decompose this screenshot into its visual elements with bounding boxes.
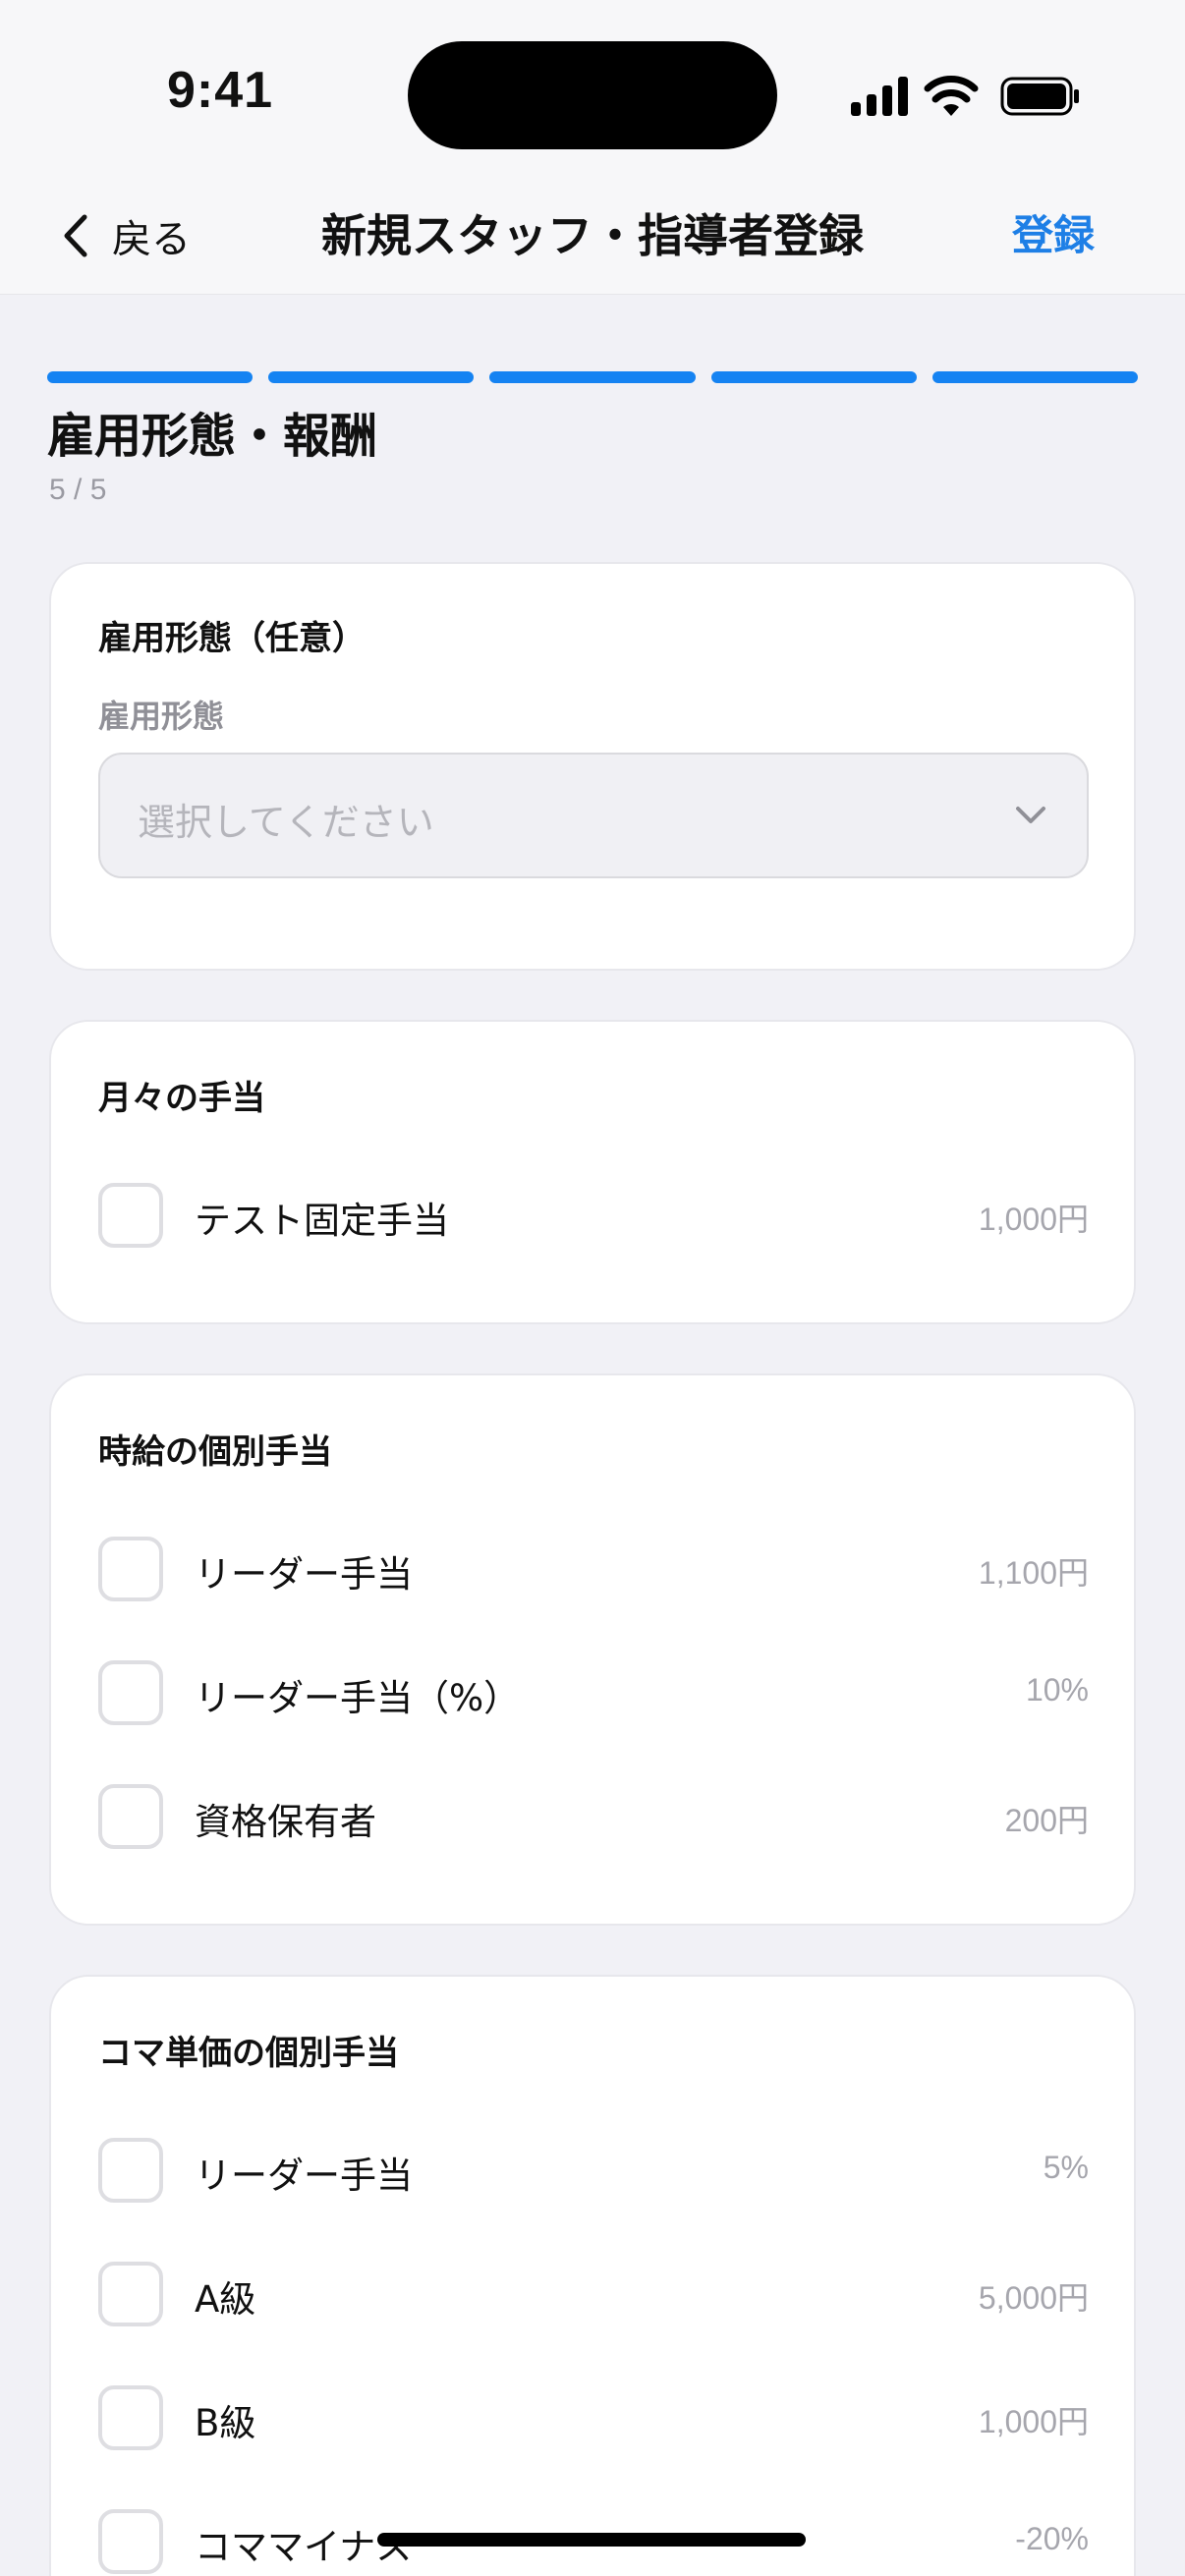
status-time: 9:41	[167, 62, 274, 119]
allowance-label: 資格保有者	[195, 1801, 376, 1843]
hourly-allowance-card: 時給の個別手当 リーダー手当 1,100円 リーダー手当（%） 10% 資格保有…	[49, 1373, 1136, 1926]
allowance-checkbox[interactable]	[98, 2385, 163, 2450]
allowance-value: 5,000円	[978, 2280, 1089, 2316]
dynamic-island	[408, 41, 777, 149]
navigation-bar: 戻る 新規スタッフ・指導者登録 登録	[0, 177, 1185, 295]
allowance-value: -20%	[1015, 2521, 1089, 2556]
field-label: 雇用形態	[98, 698, 225, 735]
allowance-value: 1,100円	[978, 1555, 1089, 1591]
employment-type-select[interactable]: 選択してください	[98, 753, 1089, 878]
allowance-checkbox[interactable]	[98, 1537, 163, 1601]
allowance-checkbox[interactable]	[98, 1784, 163, 1849]
allowance-value: 200円	[1004, 1803, 1089, 1838]
chevron-down-icon	[1016, 807, 1045, 823]
register-button[interactable]: 登録	[1012, 206, 1095, 265]
list-item: B級 1,000円	[98, 2383, 1089, 2452]
wifi-icon	[924, 76, 979, 116]
step-progress	[47, 371, 1139, 383]
allowance-checkbox[interactable]	[98, 1183, 163, 1248]
allowance-value: 1,000円	[978, 2404, 1089, 2439]
progress-segment	[710, 371, 917, 383]
progress-segment	[489, 371, 696, 383]
monthly-allowance-card: 月々の手当 テスト固定手当 1,000円	[49, 1020, 1136, 1324]
battery-icon	[1000, 77, 1079, 116]
employment-type-card: 雇用形態（任意） 雇用形態 選択してください	[49, 562, 1136, 971]
allowance-value: 5%	[1043, 2150, 1089, 2185]
per-class-allowance-card: コマ単価の個別手当 リーダー手当 5% A級 5,000円 B級 1,000円 …	[49, 1975, 1136, 2576]
status-bar: 9:41	[0, 0, 1185, 177]
list-item: テスト固定手当 1,000円	[98, 1181, 1089, 1250]
select-placeholder: 選択してください	[138, 801, 434, 844]
allowance-label: リーダー手当	[195, 1553, 413, 1596]
allowance-label: テスト固定手当	[195, 1200, 449, 1242]
allowance-checkbox[interactable]	[98, 1660, 163, 1725]
page-title: 新規スタッフ・指導者登録	[321, 209, 864, 262]
list-item: 資格保有者 200円	[98, 1782, 1089, 1851]
cellular-signal-icon	[851, 77, 908, 116]
progress-segment	[931, 371, 1139, 383]
allowance-value: 1,000円	[978, 1202, 1089, 1237]
allowance-label: リーダー手当（%）	[195, 1677, 521, 1719]
list-item: リーダー手当 1,100円	[98, 1535, 1089, 1603]
allowance-checkbox[interactable]	[98, 2138, 163, 2203]
step-title: 雇用形態・報酬	[47, 409, 378, 464]
home-indicator[interactable]	[377, 2533, 806, 2547]
section-title: 月々の手当	[98, 1079, 265, 1118]
list-item: リーダー手当 5%	[98, 2136, 1089, 2205]
section-title: コマ単価の個別手当	[98, 2034, 399, 2073]
step-count: 5 / 5	[49, 474, 107, 506]
list-item: リーダー手当（%） 10%	[98, 1658, 1089, 1727]
allowance-label: B級	[195, 2402, 256, 2444]
section-title: 時給の個別手当	[98, 1432, 332, 1472]
progress-segment	[268, 371, 475, 383]
allowance-checkbox[interactable]	[98, 2262, 163, 2326]
allowance-label: リーダー手当	[195, 2155, 413, 2197]
allowance-checkbox[interactable]	[98, 2509, 163, 2574]
progress-segment	[47, 371, 254, 383]
allowance-value: 10%	[1025, 1672, 1089, 1708]
list-item: A級 5,000円	[98, 2260, 1089, 2328]
allowance-label: A級	[195, 2278, 256, 2321]
section-title: 雇用形態（任意）	[98, 619, 366, 658]
